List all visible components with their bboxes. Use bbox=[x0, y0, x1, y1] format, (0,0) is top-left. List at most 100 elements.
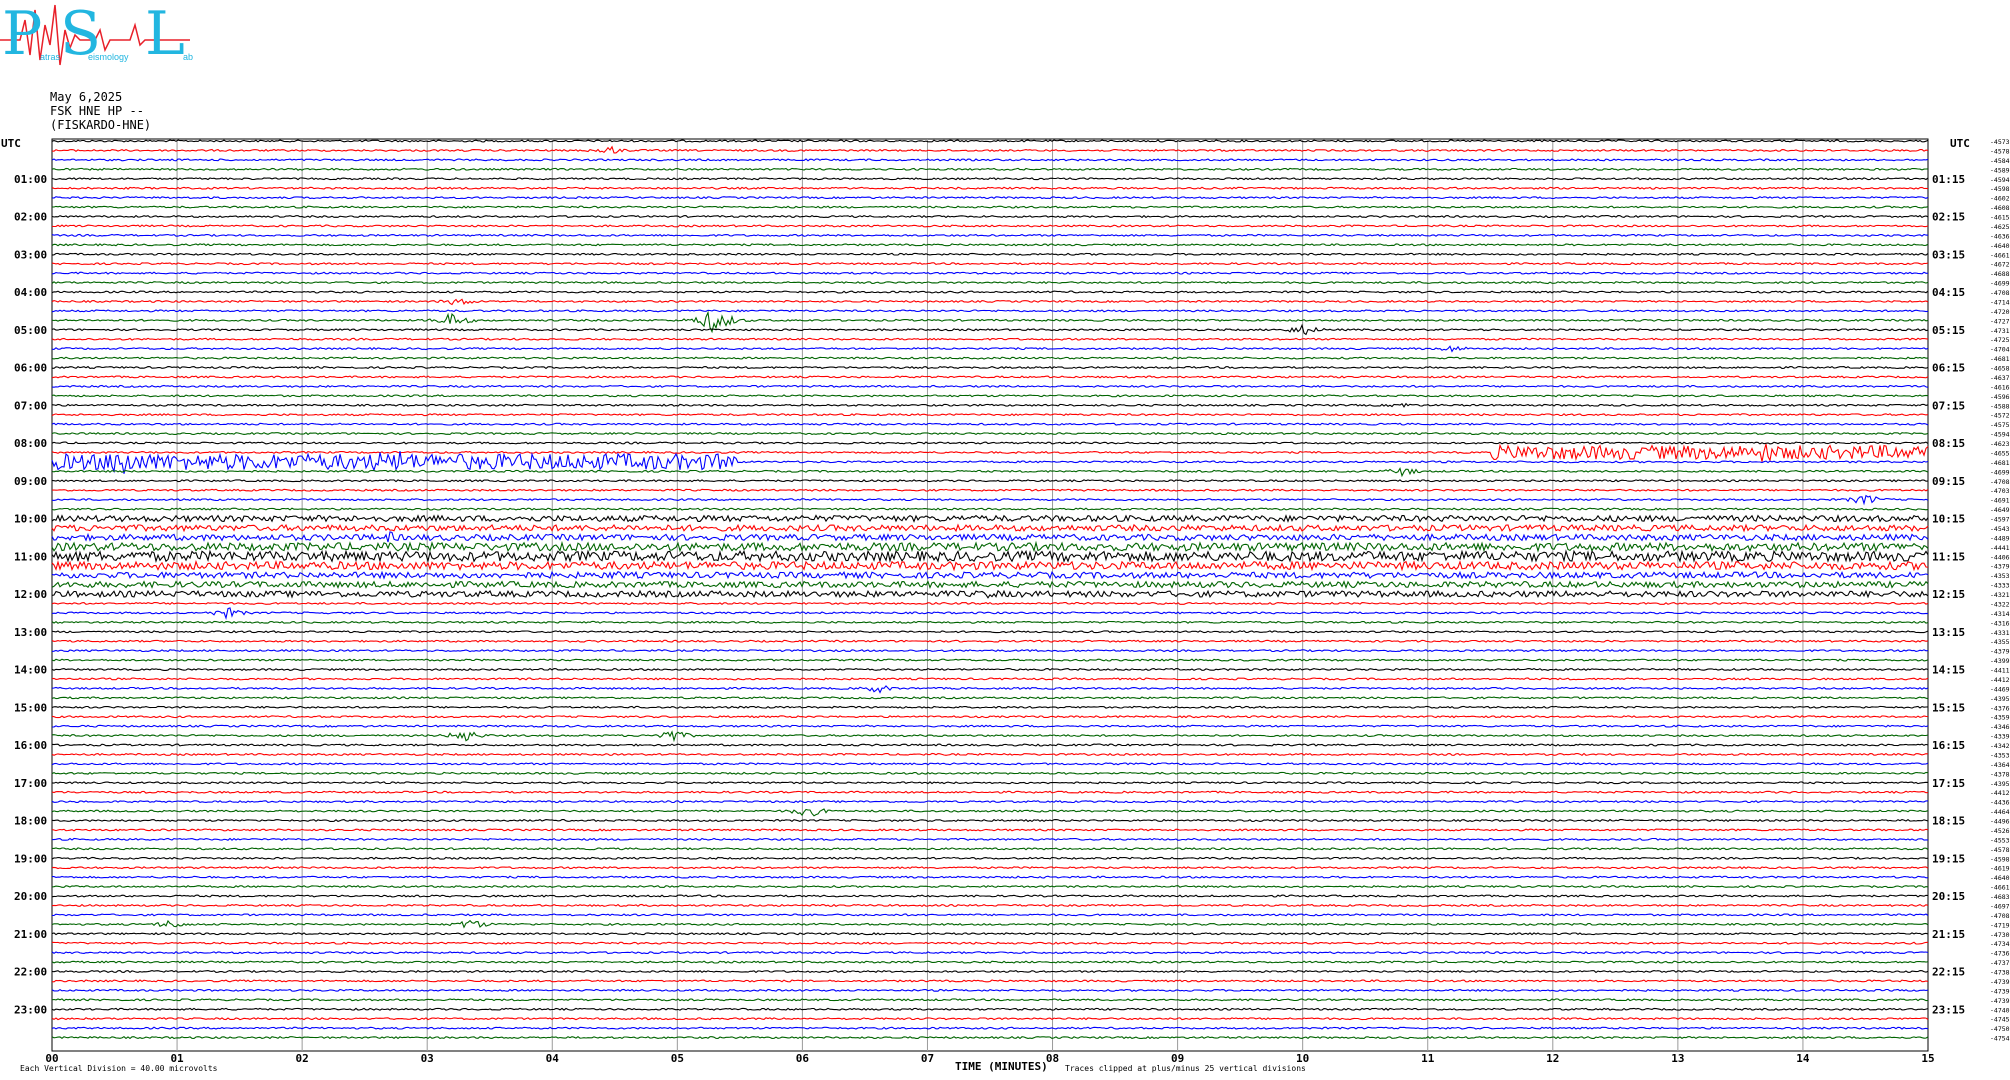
right-hour-label: 11:15 bbox=[1932, 550, 1965, 563]
trace-offset-label: -4708 bbox=[1990, 478, 2010, 486]
seismic-trace bbox=[51, 375, 1929, 379]
seismic-trace bbox=[51, 790, 1929, 794]
left-hour-label: 06:00 bbox=[14, 362, 47, 375]
seismic-trace bbox=[51, 356, 1929, 360]
trace-offset-label: -4688 bbox=[1990, 270, 2010, 278]
trace-offset-label: -4597 bbox=[1990, 516, 2010, 524]
seismic-trace bbox=[51, 531, 1929, 543]
trace-offset-label: -4469 bbox=[1990, 685, 2010, 693]
seismic-trace bbox=[51, 422, 1929, 426]
trace-offset-label: -4464 bbox=[1990, 808, 2010, 816]
trace-offset-label: -4359 bbox=[1990, 714, 2010, 722]
seismic-trace bbox=[51, 866, 1929, 870]
trace-offset-label: -4322 bbox=[1990, 600, 2010, 608]
left-hour-label: 10:00 bbox=[14, 513, 47, 526]
seismic-trace bbox=[51, 856, 1929, 860]
trace-offset-label: -4725 bbox=[1990, 336, 2010, 344]
seismic-trace bbox=[51, 648, 1929, 653]
trace-offset-label: -4699 bbox=[1990, 468, 2010, 476]
seismic-trace bbox=[51, 494, 1929, 506]
trace-offset-label: -4553 bbox=[1990, 836, 2010, 844]
seismic-trace bbox=[52, 875, 1929, 879]
left-hour-label: 13:00 bbox=[14, 626, 47, 639]
seismic-trace bbox=[51, 413, 1929, 417]
seismic-trace bbox=[51, 290, 1929, 294]
left-hour-label: 05:00 bbox=[14, 324, 47, 337]
left-hour-label: 12:00 bbox=[14, 588, 47, 601]
seismic-trace bbox=[51, 960, 1929, 964]
left-hour-label: 18:00 bbox=[14, 815, 47, 828]
seismic-trace bbox=[51, 145, 1929, 154]
seismic-trace bbox=[51, 919, 1929, 929]
trace-offset-label: -4731 bbox=[1990, 327, 2010, 335]
seismic-trace bbox=[52, 847, 1929, 851]
left-hour-label: 19:00 bbox=[14, 852, 47, 865]
trace-offset-label: -4578 bbox=[1990, 846, 2010, 854]
seismic-trace bbox=[51, 345, 1929, 353]
left-hour-label: 03:00 bbox=[14, 248, 47, 261]
x-tick-label: 06 bbox=[796, 1052, 810, 1065]
trace-offset-label: -4719 bbox=[1990, 921, 2010, 929]
trace-offset-label: -4489 bbox=[1990, 534, 2010, 542]
trace-offset-label: -4594 bbox=[1990, 176, 2010, 184]
seismic-trace bbox=[51, 549, 1929, 564]
trace-offset-label: -4704 bbox=[1990, 346, 2010, 354]
trace-offset-label: -4681 bbox=[1990, 459, 2010, 467]
right-hour-label: 21:15 bbox=[1932, 928, 1965, 941]
trace-offset-label: -4619 bbox=[1990, 865, 2010, 873]
right-hour-label: 14:15 bbox=[1932, 664, 1965, 677]
trace-offset-label: -4625 bbox=[1990, 223, 2010, 231]
seismic-trace bbox=[51, 715, 1929, 719]
seismic-trace bbox=[51, 979, 1929, 983]
trace-offset-label: -4708 bbox=[1990, 912, 2010, 920]
seismic-trace bbox=[51, 667, 1929, 672]
seismic-trace bbox=[51, 969, 1929, 974]
seismic-trace bbox=[51, 252, 1929, 256]
trace-offset-label: -4376 bbox=[1990, 704, 2010, 712]
seismic-trace bbox=[51, 186, 1929, 190]
seismic-trace bbox=[51, 281, 1929, 285]
trace-offset-label: -4589 bbox=[1990, 166, 2010, 174]
x-tick-label: 15 bbox=[1921, 1052, 1934, 1065]
seismic-trace bbox=[51, 243, 1929, 247]
seismic-trace bbox=[51, 884, 1929, 889]
seismic-trace bbox=[52, 837, 1928, 841]
seismic-trace bbox=[51, 167, 1929, 171]
trace-offset-label: -4412 bbox=[1990, 676, 2010, 684]
trace-offset-label: -4526 bbox=[1990, 827, 2010, 835]
trace-offset-label: -4314 bbox=[1990, 610, 2010, 618]
right-hour-label: 19:15 bbox=[1932, 852, 1965, 865]
trace-offset-label: -4637 bbox=[1990, 374, 2010, 382]
seismic-trace bbox=[51, 677, 1929, 681]
trace-offset-label: -4739 bbox=[1990, 978, 2010, 986]
trace-offset-label: -4364 bbox=[1990, 761, 2010, 769]
trace-offset-label: -4321 bbox=[1990, 591, 2010, 599]
left-hour-label: 22:00 bbox=[14, 966, 47, 979]
x-tick-label: 07 bbox=[921, 1052, 934, 1065]
seismic-trace bbox=[51, 950, 1929, 955]
right-hour-label: 13:15 bbox=[1932, 626, 1965, 639]
seismic-trace bbox=[51, 998, 1929, 1002]
trace-offset-label: -4596 bbox=[1990, 393, 2010, 401]
trace-offset-label: -4543 bbox=[1990, 525, 2010, 533]
trace-offset-label: -4395 bbox=[1990, 695, 2010, 703]
left-hour-label: 23:00 bbox=[14, 1003, 47, 1016]
x-tick-label: 02 bbox=[296, 1052, 309, 1065]
left-hour-label: 17:00 bbox=[14, 777, 47, 790]
seismic-trace bbox=[51, 451, 1929, 474]
right-hour-label: 20:15 bbox=[1932, 890, 1965, 903]
trace-offset-label: -4316 bbox=[1990, 619, 2010, 627]
trace-offset-label: -4640 bbox=[1990, 874, 2010, 882]
right-hour-label: 05:15 bbox=[1932, 324, 1965, 337]
left-hour-label: 16:00 bbox=[14, 739, 47, 752]
left-hour-label: 01:00 bbox=[14, 173, 47, 186]
seismic-trace bbox=[51, 479, 1929, 483]
trace-offset-label: -4661 bbox=[1990, 884, 2010, 892]
trace-offset-label: -4739 bbox=[1990, 987, 2010, 995]
seismic-trace bbox=[51, 432, 1929, 436]
x-axis-title: TIME (MINUTES) bbox=[955, 1060, 1048, 1073]
clip-note: Traces clipped at plus/minus 25 vertical… bbox=[1065, 1064, 1306, 1073]
trace-offset-label: -4681 bbox=[1990, 355, 2010, 363]
x-tick-label: 04 bbox=[546, 1052, 560, 1065]
seismic-trace bbox=[51, 696, 1929, 700]
